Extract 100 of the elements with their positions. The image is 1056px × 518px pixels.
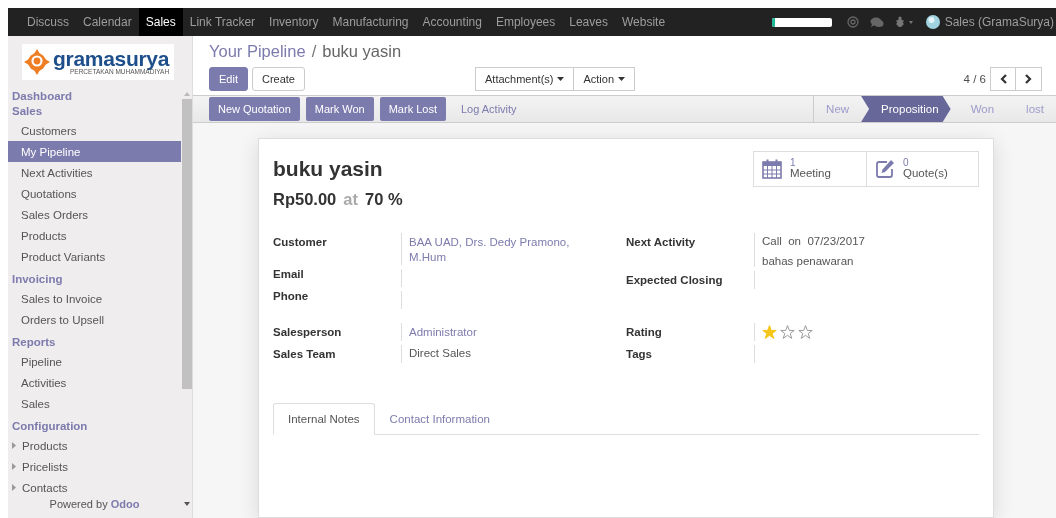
breadcrumb-separator: / bbox=[311, 42, 317, 61]
sidebar-item[interactable]: Products bbox=[8, 225, 181, 246]
avatar-icon[interactable] bbox=[925, 15, 940, 29]
expand-arrow-icon[interactable] bbox=[12, 442, 16, 449]
field-value: Direct Sales bbox=[409, 347, 472, 359]
app-menu-item[interactable]: Employees bbox=[488, 8, 563, 36]
menu-item-label: Sales Orders bbox=[21, 208, 89, 221]
at-label: at bbox=[343, 190, 358, 209]
sidebar-item[interactable]: Customers bbox=[8, 120, 181, 141]
calendar-icon bbox=[762, 159, 782, 179]
expected-revenue: Rp50.00 bbox=[273, 190, 337, 209]
menu-item-label: Next Activities bbox=[21, 166, 93, 179]
sidebar-item[interactable]: Sales Orders bbox=[8, 204, 181, 225]
edit-button[interactable]: Edit bbox=[209, 67, 248, 91]
logo-name: gramasurya bbox=[53, 48, 170, 70]
stage-button[interactable]: Proposition bbox=[861, 96, 951, 122]
app-menu-item[interactable]: Calendar bbox=[76, 8, 139, 36]
user-menu[interactable]: Sales (GramaSurya) bbox=[944, 15, 1054, 29]
create-button[interactable]: Create bbox=[251, 67, 305, 91]
menu-item-label: Orders to Upsell bbox=[21, 313, 105, 326]
menu-section-title[interactable]: Dashboard bbox=[8, 88, 181, 104]
sun-logo-icon bbox=[24, 49, 50, 75]
header-button[interactable]: Mark Won bbox=[305, 97, 374, 121]
sidebar-item[interactable]: Sales to Invoice bbox=[8, 288, 181, 309]
field-label: Customer bbox=[273, 235, 328, 250]
notebook-tab[interactable]: Internal Notes bbox=[273, 403, 375, 435]
scroll-down-icon[interactable] bbox=[183, 502, 190, 506]
pager-counter: 4 / 6 bbox=[963, 73, 986, 85]
menu-item-label: Customers bbox=[21, 124, 77, 137]
field-label: Sales Team bbox=[273, 347, 337, 362]
star-icon[interactable] bbox=[762, 325, 777, 339]
notebook-tab[interactable]: Contact Information bbox=[374, 403, 505, 435]
app-menu-item[interactable]: Manufacturing bbox=[325, 8, 416, 36]
app-menu-item[interactable]: Website bbox=[614, 8, 673, 36]
progress-bar[interactable] bbox=[771, 17, 832, 27]
bug-icon[interactable] bbox=[894, 16, 915, 28]
menu-item-label: Contacts bbox=[22, 481, 68, 494]
field-label: Salesperson bbox=[273, 325, 343, 340]
app-menu-item[interactable]: Link Tracker bbox=[182, 8, 263, 36]
sidebar-item[interactable]: Pricelists bbox=[8, 456, 181, 477]
dropdown-button[interactable]: Attachment(s) bbox=[475, 67, 575, 91]
sidebar-item[interactable]: Next Activities bbox=[8, 162, 181, 183]
sidebar-item[interactable]: Products bbox=[8, 435, 181, 456]
menu-section-title[interactable]: Invoicing bbox=[8, 267, 181, 288]
app-menu-item[interactable]: Discuss bbox=[20, 8, 76, 36]
menu-item-label: Products bbox=[22, 439, 68, 452]
star-icon[interactable] bbox=[798, 325, 813, 339]
expand-arrow-icon[interactable] bbox=[12, 484, 16, 491]
breadcrumb-link[interactable]: Your Pipeline bbox=[209, 42, 306, 61]
menu-section-title[interactable]: Configuration bbox=[8, 414, 181, 435]
field-label: Email bbox=[273, 267, 305, 282]
chat-icon[interactable] bbox=[869, 16, 884, 28]
field-label: Expected Closing bbox=[626, 273, 724, 288]
field-value-link[interactable]: Administrator bbox=[409, 325, 579, 340]
sidebar-item[interactable]: My Pipeline bbox=[8, 141, 181, 162]
scroll-up-icon[interactable] bbox=[183, 92, 190, 96]
activity-summary: Call on 07/23/2017 bbox=[762, 235, 866, 247]
menu-section-title[interactable]: Sales bbox=[8, 104, 181, 120]
sidebar-item[interactable]: Product Variants bbox=[8, 246, 181, 267]
record-title: buku yasin bbox=[273, 157, 384, 181]
sidebar-item[interactable]: Quotations bbox=[8, 183, 181, 204]
app-menu-item[interactable]: Sales bbox=[138, 8, 183, 36]
next-button[interactable] bbox=[1016, 67, 1042, 91]
sidebar-item[interactable]: Pipeline bbox=[8, 351, 181, 372]
probability: 70 % bbox=[364, 190, 403, 209]
previous-button[interactable] bbox=[990, 67, 1016, 91]
chevron-left-icon bbox=[999, 74, 1007, 84]
star-icon[interactable] bbox=[780, 325, 795, 339]
chevron-right-icon bbox=[1025, 74, 1032, 84]
header-button[interactable]: New Quotation bbox=[209, 97, 300, 121]
pencil-square-icon bbox=[875, 159, 895, 179]
menu-item-label: Pricelists bbox=[22, 460, 68, 473]
activity-note: bahas penawaran bbox=[762, 255, 855, 267]
field-label: Tags bbox=[626, 347, 653, 362]
dropdown-button[interactable]: Action bbox=[574, 67, 636, 91]
menu-item-label: My Pipeline bbox=[21, 145, 81, 158]
log-activity-link[interactable]: Log Activity bbox=[452, 97, 526, 121]
sidebar-item[interactable]: Activities bbox=[8, 372, 181, 393]
menu-item-label: Quotations bbox=[21, 187, 77, 200]
sidebar-item[interactable]: Sales bbox=[8, 393, 181, 414]
menu-item-label: Product Variants bbox=[21, 250, 106, 263]
app-menu-item[interactable]: Inventory bbox=[262, 8, 326, 36]
caret-icon bbox=[557, 77, 565, 81]
menu-item-label: Sales to Invoice bbox=[21, 292, 103, 305]
powered-by-text: Powered by Odoo bbox=[48, 498, 141, 510]
menu-item-label: Sales bbox=[21, 397, 50, 410]
menu-item-label: Pipeline bbox=[21, 355, 62, 368]
menu-item-label: Products bbox=[21, 229, 67, 242]
field-value-link[interactable]: BAA UAD, Drs. Dedy Pramono, M.Hum bbox=[409, 235, 579, 265]
app-menu-item[interactable]: Leaves bbox=[562, 8, 615, 36]
header-button[interactable]: Mark Lost bbox=[379, 97, 446, 121]
sidebar-item[interactable]: Contacts bbox=[8, 477, 181, 498]
field-label: Next Activity bbox=[626, 235, 697, 250]
rating-stars[interactable] bbox=[762, 325, 813, 339]
app-menu-item[interactable]: Accounting bbox=[415, 8, 489, 36]
field-label: Rating bbox=[626, 325, 663, 340]
caret-icon bbox=[618, 77, 626, 81]
sidebar-item[interactable]: Orders to Upsell bbox=[8, 309, 181, 330]
menu-section-title[interactable]: Reports bbox=[8, 330, 181, 351]
expand-arrow-icon[interactable] bbox=[12, 463, 16, 470]
